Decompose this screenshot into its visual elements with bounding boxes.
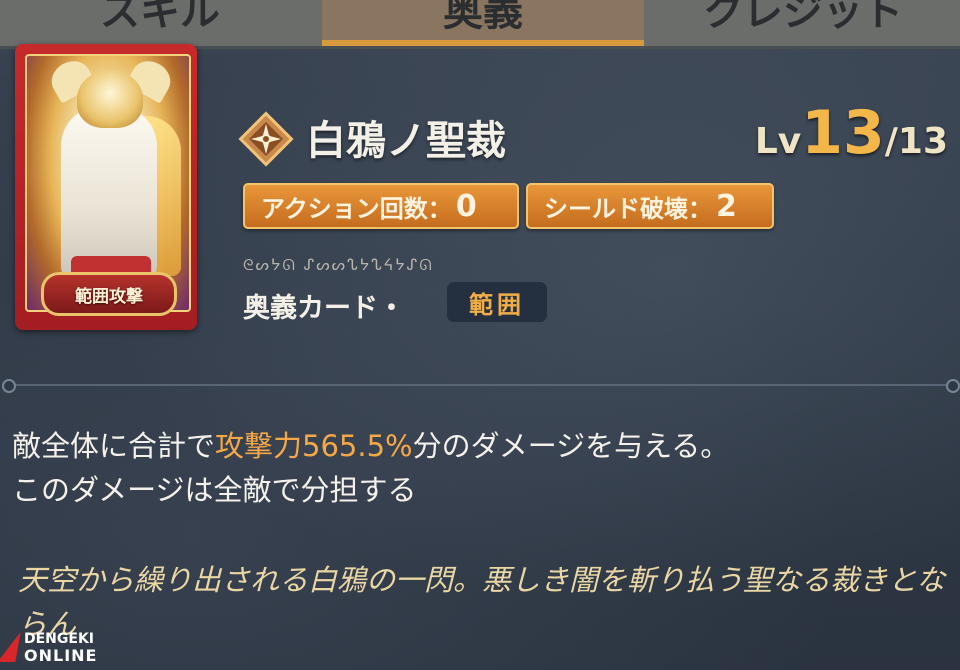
desc-text: 敵全体に合計で [12, 429, 216, 463]
stat-label: シールド破壊： [544, 194, 712, 223]
level-current: 13 [801, 98, 885, 168]
watermark-sub: ONLINE [24, 646, 98, 665]
skill-description: 敵全体に合計で攻撃力565.5%分のダメージを与える。 このダメージは全敵で分担… [12, 424, 952, 512]
rune-text: ᘓᔕᔭᘏ ᔑᔕᔕᔐᔭᔐᔦᔭᔑᘏ [243, 256, 434, 274]
desc-highlight: 攻撃力565.5% [215, 429, 413, 463]
stat-action-count: アクション回数： 0 [243, 183, 519, 229]
tab-skill[interactable]: スキル [0, 0, 320, 46]
desc-line2: このダメージは全敵で分担する [12, 473, 417, 507]
desc-text: 分のダメージを与える。 [412, 429, 730, 463]
level-max: /13 [884, 121, 948, 162]
card-type-label: 奥義カード・ [243, 293, 405, 324]
tab-credit[interactable]: クレジット [646, 0, 960, 46]
stat-value: 0 [455, 188, 477, 224]
skill-emblem-icon [238, 111, 294, 167]
card-type-banner: 範囲攻撃 [41, 272, 177, 316]
watermark-brand: DENGEKI [24, 631, 95, 647]
dengeki-logo-icon [0, 632, 21, 662]
hero-helmet [77, 70, 143, 128]
skill-level: Lv13/13 [755, 98, 948, 168]
stat-label: アクション回数： [261, 194, 452, 223]
tab-ougi[interactable]: 奥義 [322, 0, 644, 46]
divider-endcap [946, 379, 960, 393]
stat-value: 2 [716, 188, 737, 224]
tab-ougi-label: 奥義 [443, 0, 523, 35]
range-type-badge: 範囲 [447, 282, 547, 322]
dengeki-watermark: DENGEKI ONLINE [0, 632, 130, 670]
section-divider [8, 384, 952, 386]
skill-card-portrait[interactable]: 範囲攻撃 [15, 44, 197, 330]
skill-name: 白鴉ノ聖裁 [306, 118, 506, 164]
stat-shield-break: シールド破壊： 2 [526, 183, 774, 229]
tab-credit-label: クレジット [703, 0, 903, 35]
tab-bar: スキル 奥義 クレジット [0, 0, 960, 49]
tab-skill-label: スキル [100, 0, 220, 35]
flavor-text: 天空から繰り出される白鴉の一閃。悪しき闇を斬り払う聖なる裁きとならん [18, 563, 946, 641]
divider-endcap [2, 379, 16, 393]
level-prefix: Lv [754, 121, 802, 162]
